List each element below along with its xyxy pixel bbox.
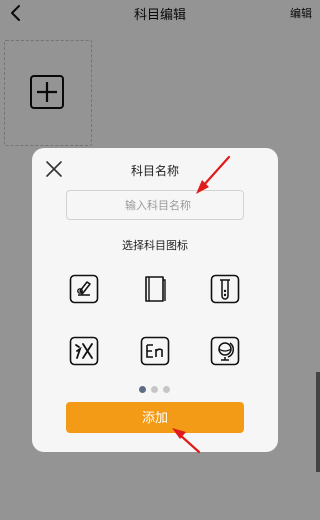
- red-arrow-icon: [172, 428, 201, 454]
- annotation-arrows: [172, 155, 231, 454]
- red-arrow-icon: [196, 155, 231, 194]
